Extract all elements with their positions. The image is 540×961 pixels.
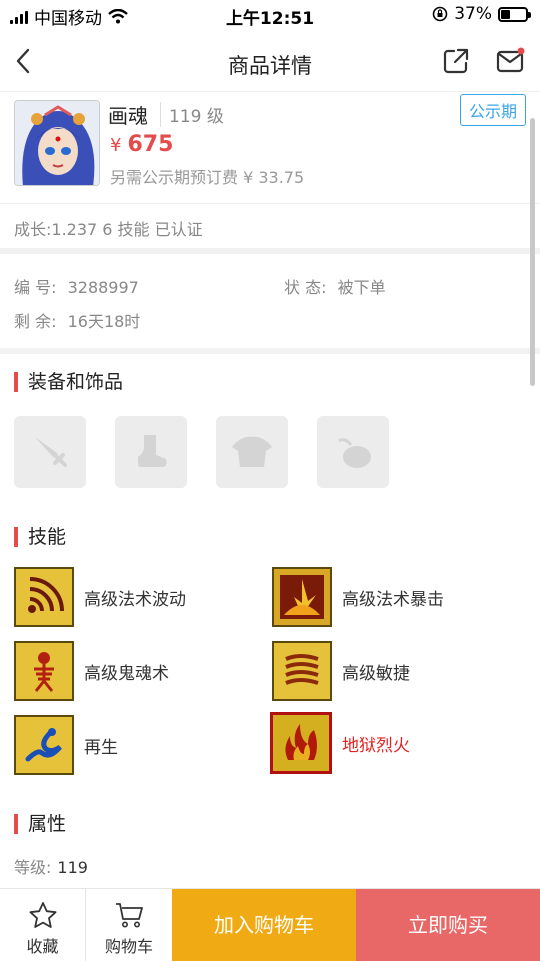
skill-item[interactable]: 高级敏捷 [272, 640, 410, 702]
section-divider [0, 248, 540, 254]
armor-slot[interactable] [216, 416, 288, 488]
skill-label: 高级敏捷 [342, 663, 410, 684]
skill-item[interactable]: 再生 [14, 714, 118, 776]
agility-skill-icon [272, 641, 332, 701]
listing-info: 编 号: 3288997 状 态: 被下单 剩 余: 16天18时 [0, 256, 540, 348]
mail-icon[interactable] [496, 47, 526, 75]
share-icon[interactable] [442, 47, 470, 75]
skill-label: 高级鬼魂术 [84, 663, 169, 684]
product-summary: 画魂 119 级 公示期 ¥675 另需公示期预订费 ¥ 33.75 [0, 94, 540, 204]
listing-state: 状 态: 被下单 [284, 274, 386, 298]
wave-skill-icon [14, 567, 74, 627]
nav-bar: 商品详情 [0, 30, 540, 92]
fire-skill-icon [270, 712, 332, 774]
skill-item[interactable]: 高级法术暴击 [272, 566, 444, 628]
listing-state-value: 被下单 [337, 278, 386, 297]
listing-remaining-value: 16天18时 [67, 312, 141, 331]
cart-icon [116, 903, 143, 928]
boots-slot[interactable] [115, 416, 187, 488]
attribute-level: 等级: 119 [14, 854, 88, 878]
accessory-icon [338, 438, 371, 468]
add-to-cart-button[interactable]: 加入购物车 [172, 889, 356, 961]
listing-remaining-label: 剩 余: [14, 312, 57, 331]
skill-label: 再生 [84, 737, 118, 758]
product-price: ¥675 [110, 132, 173, 157]
listing-id-value: 3288997 [67, 278, 139, 297]
favorite-button[interactable]: 收藏 [0, 889, 86, 961]
bottom-action-bar: 收藏 购物车 加入购物车 立即购买 [0, 888, 540, 961]
regen-skill-icon [14, 715, 74, 775]
battery-percent: 37% [454, 4, 492, 24]
skills-section-title: 技能 [14, 527, 66, 547]
product-level: 119 级 [160, 102, 224, 127]
public-period-badge[interactable]: 公示期 [459, 94, 526, 126]
growth-info: 成长:1.237 6 技能 已认证 [14, 220, 203, 239]
burst-skill-icon [272, 567, 332, 627]
scrollbar[interactable] [530, 118, 535, 386]
listing-id-label: 编 号: [14, 278, 57, 297]
section-divider [0, 348, 540, 354]
listing-remaining: 剩 余: 16天18时 [14, 308, 140, 332]
armor-icon [232, 436, 272, 467]
price-currency: ¥ [110, 135, 122, 156]
listing-state-label: 状 态: [284, 278, 327, 297]
reservation-fee: 另需公示期预订费 ¥ 33.75 [110, 168, 305, 187]
attribute-level-value: 119 [57, 858, 88, 877]
favorite-label: 收藏 [26, 937, 59, 956]
boots-icon [138, 435, 167, 467]
equipment-section-title: 装备和饰品 [14, 372, 123, 392]
character-avatar [14, 100, 100, 186]
skill-item-highlighted[interactable]: 地狱烈火 [270, 712, 410, 774]
sword-icon [35, 437, 67, 467]
skill-label: 地狱烈火 [342, 735, 410, 756]
listing-id: 编 号: 3288997 [14, 274, 139, 298]
product-name: 画魂 [108, 104, 148, 128]
skill-item[interactable]: 高级法术波动 [14, 566, 186, 628]
orientation-lock-icon [432, 6, 448, 22]
cart-button[interactable]: 购物车 [86, 889, 172, 961]
accessory-slot[interactable] [317, 416, 389, 488]
notification-dot [517, 47, 525, 55]
battery-icon [498, 6, 531, 22]
weapon-slot[interactable] [14, 416, 86, 488]
attributes-section-title: 属性 [14, 814, 66, 834]
cart-label: 购物车 [104, 937, 153, 956]
buy-now-button[interactable]: 立即购买 [356, 889, 540, 961]
price-value: 675 [127, 132, 174, 157]
skill-label: 高级法术暴击 [342, 589, 444, 610]
skeleton-skill-icon [14, 641, 74, 701]
skill-label: 高级法术波动 [84, 589, 186, 610]
star-icon [29, 902, 56, 928]
attribute-level-label: 等级: [14, 858, 52, 877]
status-bar: 中国移动 上午12:51 37% [0, 0, 540, 30]
skill-item[interactable]: 高级鬼魂术 [14, 640, 169, 702]
